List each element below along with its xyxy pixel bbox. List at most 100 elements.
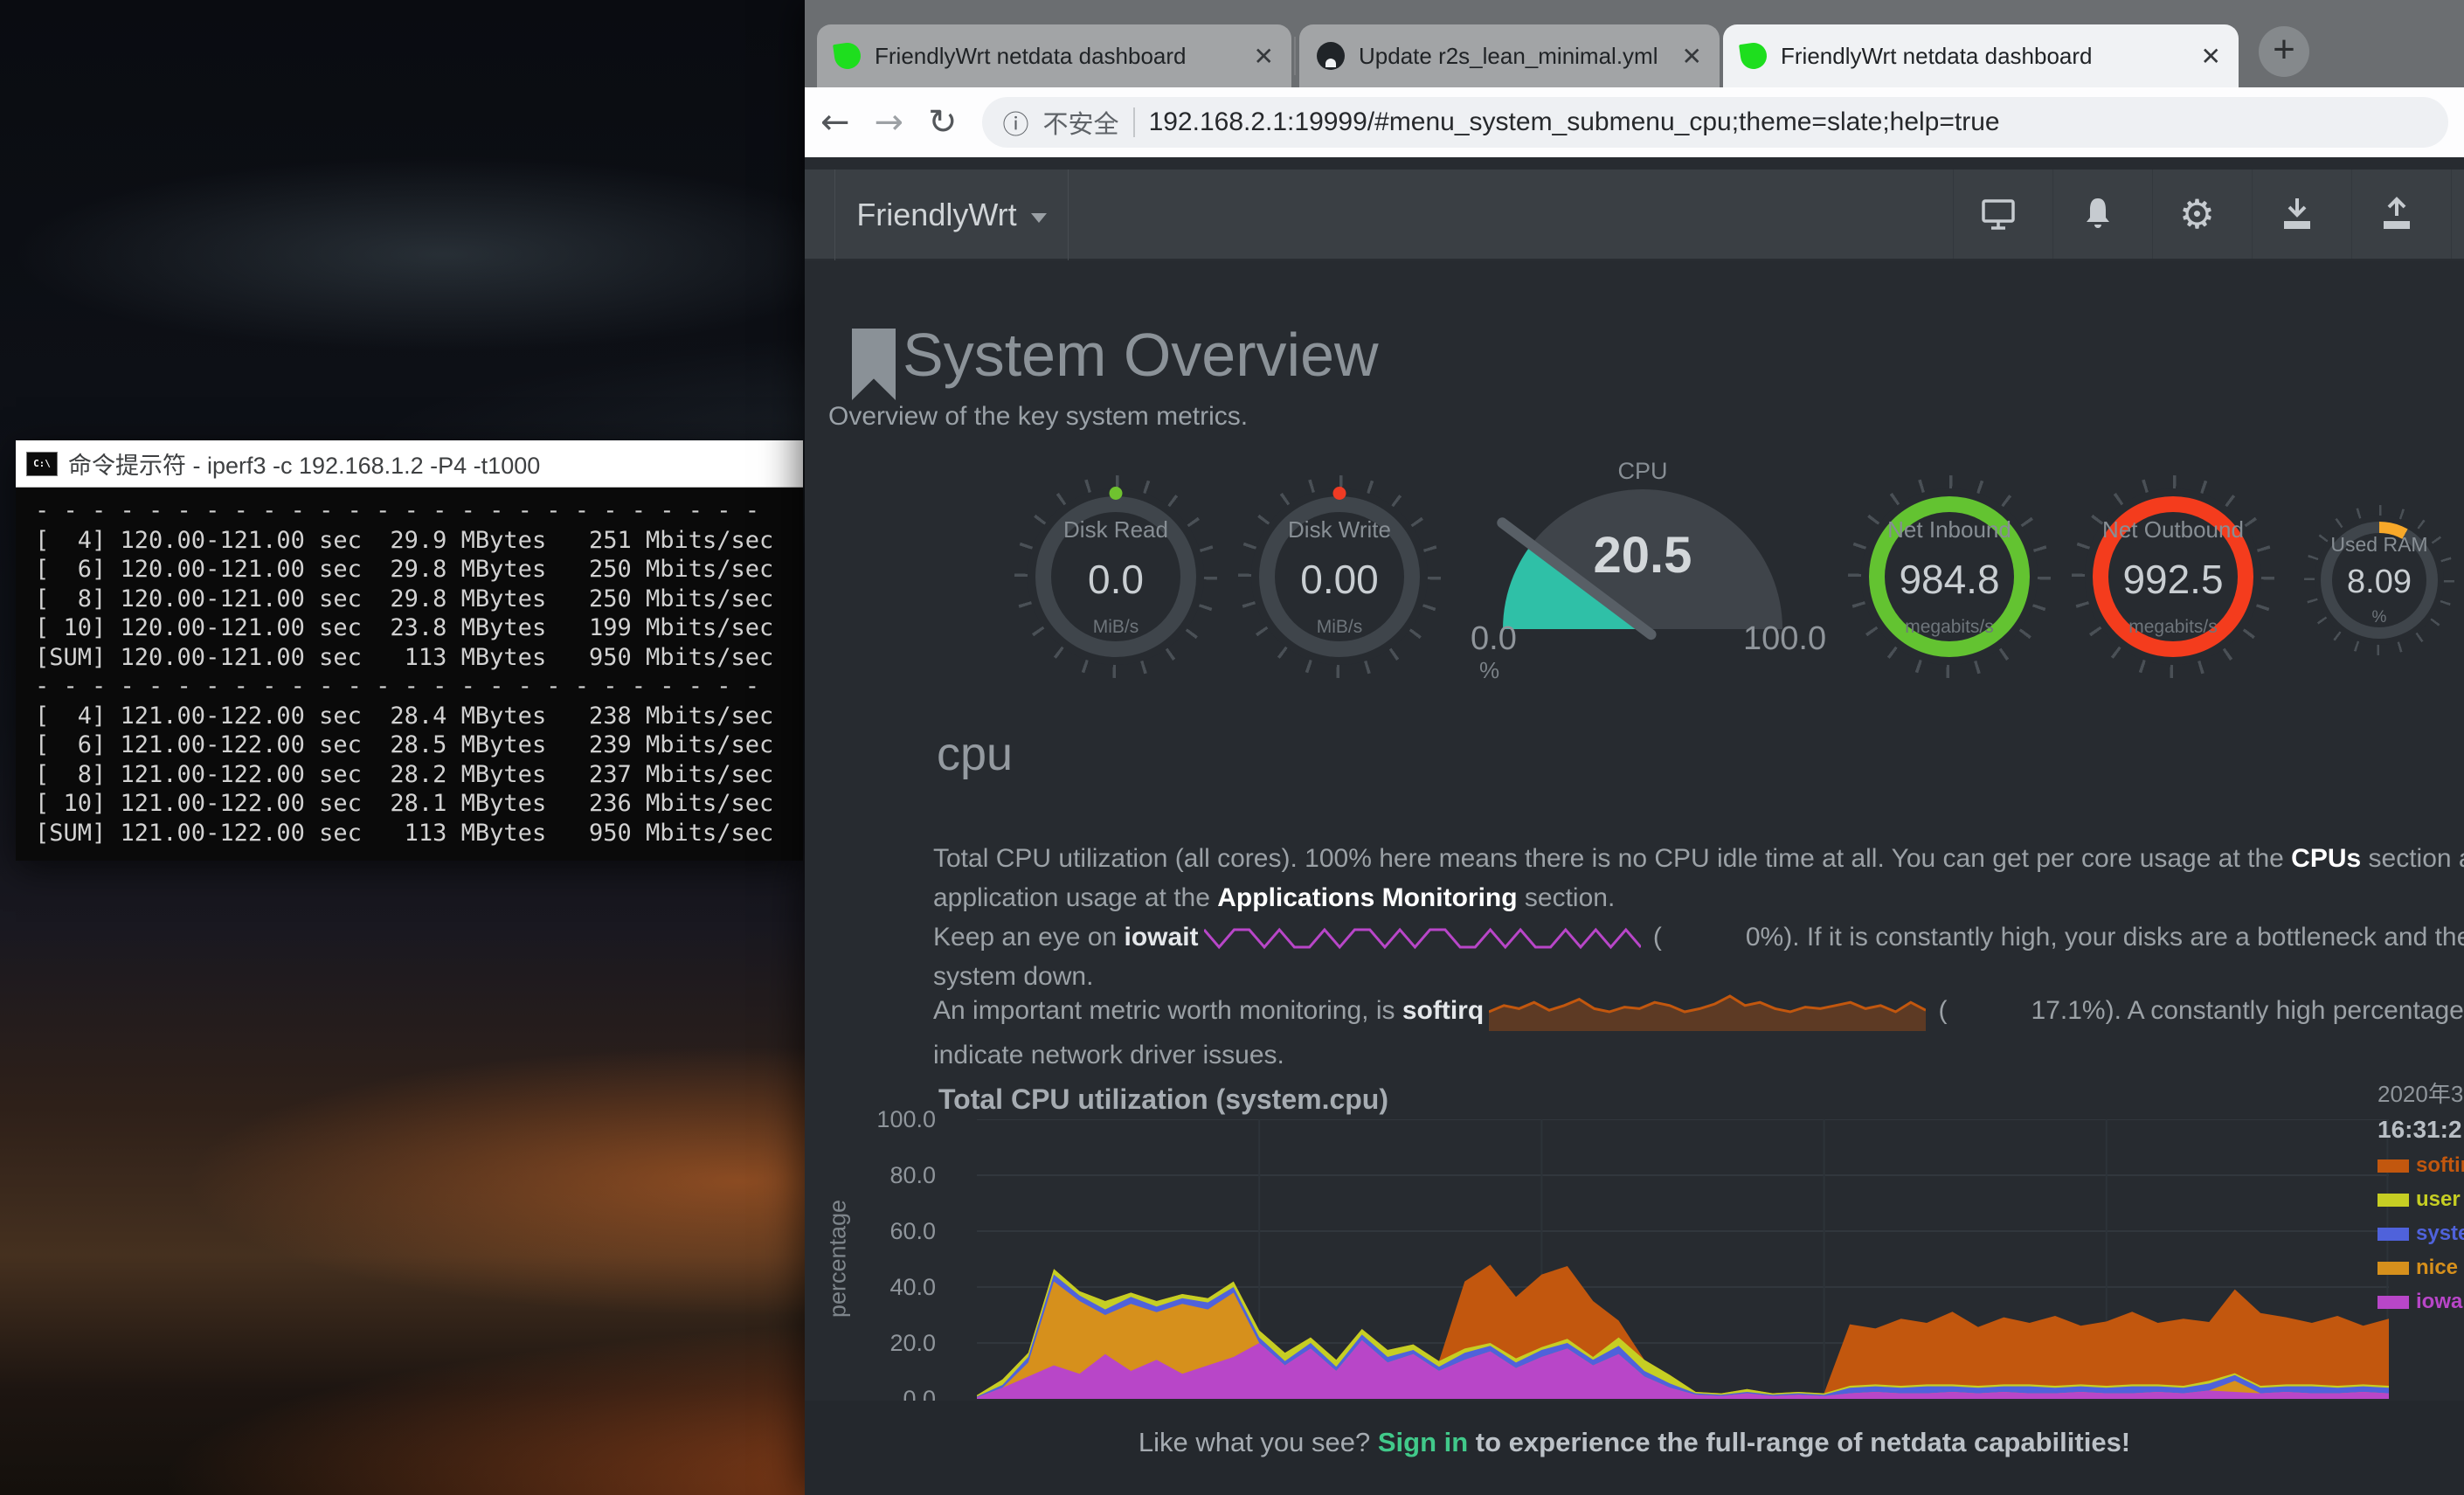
gauge-value: 8.09 xyxy=(2347,564,2412,601)
gauge-unit: MiB/s xyxy=(1317,617,1363,638)
terminal-line: [SUM] 120.00-121.00 sec 113 MBytes 950 M… xyxy=(35,643,803,673)
legend-item-softirq[interactable]: softirq xyxy=(2377,1153,2464,1178)
omnibox-divider xyxy=(1133,107,1135,137)
upload-icon xyxy=(2376,193,2418,235)
legend-swatch xyxy=(2377,1296,2409,1309)
footer-text: Like what you see? xyxy=(1139,1427,1378,1457)
section-heading-cpu: cpu xyxy=(937,727,1013,781)
tab-label: Update r2s_lean_minimal.yml · k xyxy=(1359,43,1663,70)
cpus-link[interactable]: CPUs xyxy=(2291,844,2361,873)
tab-label: FriendlyWrt netdata dashboard xyxy=(875,43,1235,70)
legend-swatch xyxy=(2377,1194,2409,1207)
ytick: 40.0 xyxy=(840,1274,936,1301)
doc-line: application usage at the Applications Mo… xyxy=(933,879,2464,917)
browser-toolbar: ← → ↻ ⓘ 不安全 192.168.2.1:19999/#menu_syst… xyxy=(805,87,2464,157)
gauge-label: Disk Read xyxy=(1063,516,1168,543)
more-button[interactable] xyxy=(2451,170,2464,259)
back-button[interactable]: ← xyxy=(820,102,850,142)
new-tab-button[interactable]: + xyxy=(2259,26,2309,77)
terminal-line: [ 6] 120.00-121.00 sec 29.8 MBytes 250 M… xyxy=(35,555,803,585)
terminal-line: [SUM] 121.00-122.00 sec 113 MBytes 950 M… xyxy=(35,819,803,848)
terminal-line: - - - - - - - - - - - - - - - - - - - - … xyxy=(35,496,803,526)
doc-line: Total CPU utilization (all cores). 100% … xyxy=(933,840,2464,878)
tab-close-icon[interactable]: ✕ xyxy=(1682,42,1702,71)
doc-line: An important metric worth monitoring, is… xyxy=(933,992,2464,1031)
tab-netdata-2-active[interactable]: FriendlyWrt netdata dashboard ✕ xyxy=(1723,24,2239,87)
gauge-cpu[interactable]: CPU 20.5 0.0 100.0 % xyxy=(1455,458,1831,703)
gauge-used-ram[interactable]: Used RAM 8.09 % xyxy=(2304,505,2454,655)
alarms-button[interactable] xyxy=(2052,170,2142,259)
chart-time: 16:31:2 xyxy=(2377,1116,2464,1144)
terminal-titlebar[interactable]: C:\ 命令提示符 - iperf3 -c 192.168.1.2 -P4 -t… xyxy=(16,440,803,488)
ytick: 20.0 xyxy=(840,1330,936,1357)
gauge-label: Net Inbound xyxy=(1887,516,2011,543)
tab-strip: FriendlyWrt netdata dashboard ✕ Update r… xyxy=(805,0,2464,87)
reload-button[interactable]: ↻ xyxy=(928,102,958,142)
gear-icon: ⚙ xyxy=(2179,190,2215,238)
tab-github[interactable]: Update r2s_lean_minimal.yml · k ✕ xyxy=(1299,24,1720,87)
export-button[interactable] xyxy=(2351,170,2440,259)
gauge-label: CPU xyxy=(1455,458,1831,485)
chart-legend: 2020年3 16:31:2 softirq user system nice … xyxy=(2377,1076,2464,1314)
bookmark-icon xyxy=(852,329,896,400)
cpu-utilization-chart[interactable] xyxy=(977,1119,2389,1399)
terminal-line: [ 8] 121.00-122.00 sec 28.2 MBytes 237 M… xyxy=(35,760,803,790)
legend-item-system[interactable]: system xyxy=(2377,1222,2464,1246)
settings-button[interactable]: ⚙ xyxy=(2152,170,2241,259)
address-bar[interactable]: ⓘ 不安全 192.168.2.1:19999/#menu_system_sub… xyxy=(982,97,2448,148)
softirq-sparkline[interactable] xyxy=(1489,993,1926,1031)
terminal-title: 命令提示符 - iperf3 -c 192.168.1.2 -P4 -t1000 xyxy=(68,446,540,481)
terminal-window: C:\ 命令提示符 - iperf3 -c 192.168.1.2 -P4 -t… xyxy=(16,440,803,861)
legend-item-iowait[interactable]: iowait xyxy=(2377,1290,2464,1314)
gauge-unit: megabits/s xyxy=(2128,617,2218,638)
tab-label: FriendlyWrt netdata dashboard xyxy=(1781,43,2182,70)
forward-button[interactable]: → xyxy=(875,102,904,142)
tab-netdata-1[interactable]: FriendlyWrt netdata dashboard ✕ xyxy=(817,24,1291,87)
terminal-line: [ 8] 120.00-121.00 sec 29.8 MBytes 250 M… xyxy=(35,585,803,614)
gauge-value: 20.5 xyxy=(1455,526,1831,585)
terminal-line: [ 10] 121.00-122.00 sec 28.1 MBytes 236 … xyxy=(35,789,803,819)
sign-in-link[interactable]: Sign in xyxy=(1378,1427,1468,1457)
gauge-disk-write[interactable]: Disk Write 0.00 MiB/s xyxy=(1238,475,1441,678)
tab-close-icon[interactable]: ✕ xyxy=(1254,42,1274,71)
bell-icon xyxy=(2077,193,2119,235)
tab-close-icon[interactable]: ✕ xyxy=(2201,42,2221,71)
applications-monitoring-link[interactable]: Applications Monitoring xyxy=(1217,883,1517,912)
gauge-net-inbound[interactable]: Net Inbound 984.8 megabits/s xyxy=(1848,475,2051,678)
page-subtitle: Overview of the key system metrics. xyxy=(828,402,1248,432)
chart-date: 2020年3 xyxy=(2377,1076,2464,1109)
gauge-net-outbound[interactable]: Net Outbound 992.5 megabits/s xyxy=(2072,475,2274,678)
gauge-label: Used RAM xyxy=(2330,533,2427,557)
cmd-icon: C:\ xyxy=(26,452,58,476)
chart-ylabel: percentage xyxy=(825,1163,852,1355)
doc-line: system down. xyxy=(933,958,2464,996)
tab-separator xyxy=(1294,37,1296,75)
gauge-max: 100.0 xyxy=(1743,620,1826,658)
brand-dropdown[interactable]: FriendlyWrt xyxy=(834,170,1069,260)
gauge-min: 0.0 xyxy=(1471,620,1517,658)
netdata-page: FriendlyWrt ⚙ System Overview Overview o… xyxy=(805,157,2464,1495)
legend-item-user[interactable]: user xyxy=(2377,1187,2464,1212)
download-icon xyxy=(2276,193,2318,235)
ytick: 100.0 xyxy=(840,1106,936,1133)
iowait-sparkline[interactable] xyxy=(1204,926,1641,951)
import-button[interactable] xyxy=(2252,170,2341,259)
info-icon[interactable]: ⓘ xyxy=(1003,103,1029,142)
dashboard-display-button[interactable] xyxy=(1953,170,2042,259)
gauge-unit: MiB/s xyxy=(1093,617,1139,638)
gauge-value: 0.0 xyxy=(1088,556,1144,603)
gauge-disk-read[interactable]: Disk Read 0.0 MiB/s xyxy=(1014,475,1217,678)
doc-line: Keep an eye on iowait (0%). If it is con… xyxy=(933,918,2464,957)
ytick: 60.0 xyxy=(840,1218,936,1245)
legend-item-nice[interactable]: nice xyxy=(2377,1256,2464,1280)
github-favicon xyxy=(1317,42,1345,70)
url-text[interactable]: 192.168.2.1:19999/#menu_system_submenu_c… xyxy=(1149,107,2000,137)
security-label: 不安全 xyxy=(1043,104,1119,141)
page-title: System Overview xyxy=(903,320,1379,390)
gauge-value: 0.00 xyxy=(1300,556,1379,603)
gauge-value: 984.8 xyxy=(1899,556,1999,603)
terminal-line: [ 4] 120.00-121.00 sec 29.9 MBytes 251 M… xyxy=(35,526,803,556)
footer-text: to experience the full-range of netdata … xyxy=(1468,1427,2130,1457)
gauge-value: 992.5 xyxy=(2122,556,2223,603)
gauge-value-dot xyxy=(1333,487,1346,500)
